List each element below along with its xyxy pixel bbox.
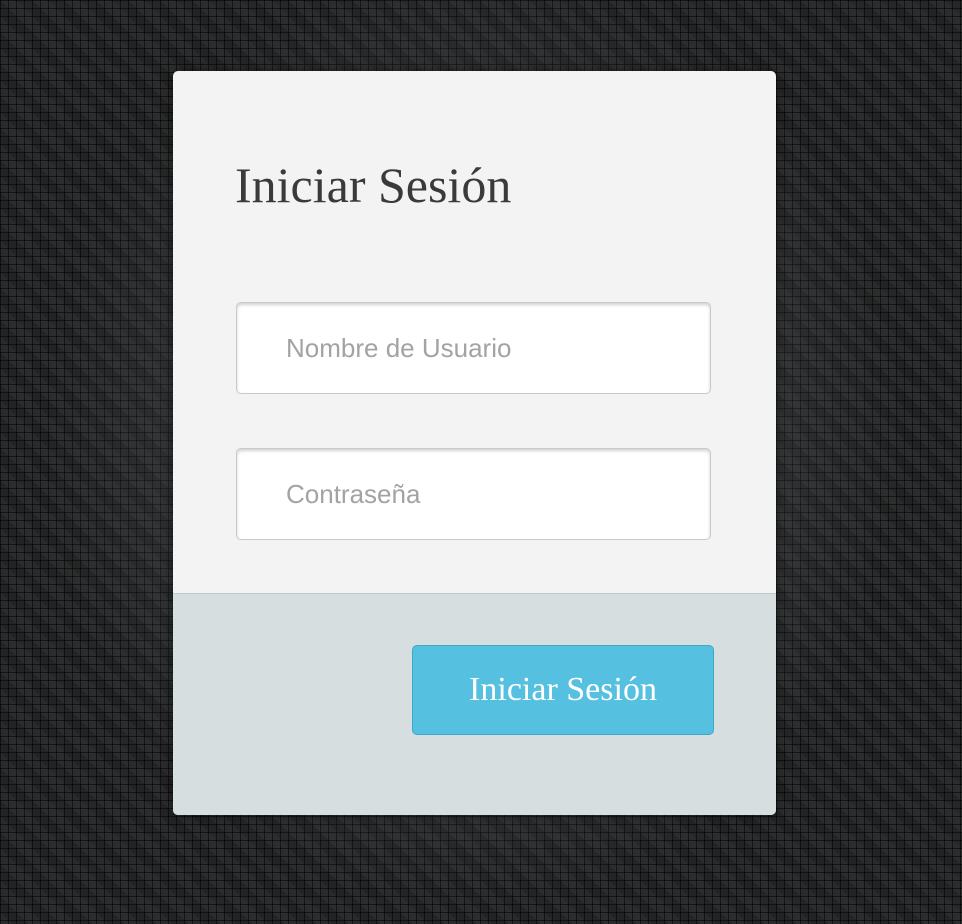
password-input[interactable] [236,448,711,540]
login-submit-button[interactable]: Iniciar Sesión [412,645,714,735]
username-input[interactable] [236,302,711,394]
login-card: Iniciar Sesión Iniciar Sesión [173,71,776,815]
login-card-footer: Iniciar Sesión [173,593,776,815]
login-title: Iniciar Sesión [235,157,512,213]
